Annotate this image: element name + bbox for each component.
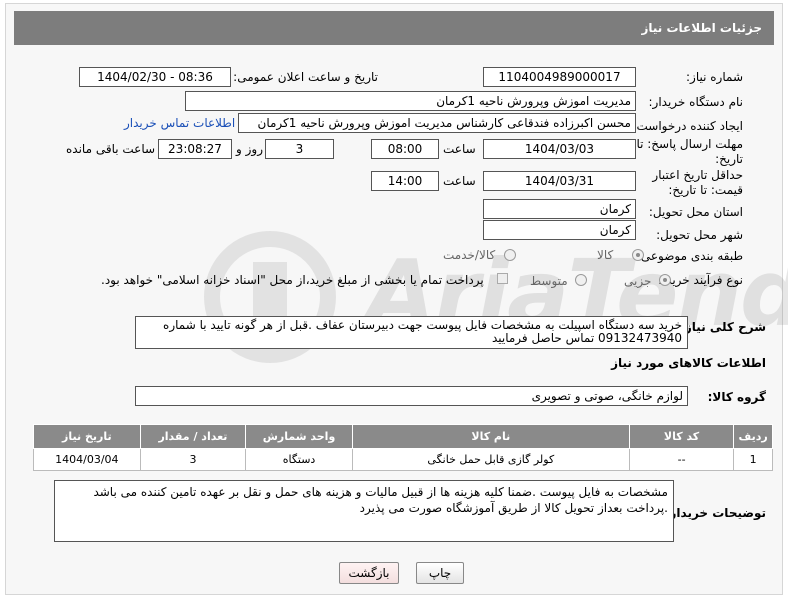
remaining-time-field: 23:08:27	[158, 139, 232, 159]
requester-field: محسن اکبرزاده فندقاعی کارشناس مدیریت امو…	[238, 113, 636, 133]
delivery-city-field: کرمان	[483, 220, 636, 240]
process-medium-radio[interactable]	[575, 274, 587, 286]
subject-goods-label: کالا	[597, 248, 614, 262]
process-medium-label: متوسط	[530, 274, 568, 288]
cell-qty: 3	[139, 448, 247, 471]
col-date: تاریخ نیاز	[33, 424, 141, 449]
buyer-notes-label: توضیحات خریدار:	[664, 506, 766, 520]
general-desc-field: خرید سه دستگاه اسپیلت به مشخصات فایل پیو…	[135, 316, 688, 349]
day-and-label: روز و	[236, 142, 263, 156]
goods-info-heading: اطلاعات کالاهای مورد نیاز	[611, 356, 766, 370]
treasury-checkbox[interactable]	[497, 273, 508, 284]
delivery-city-label: شهر محل تحویل:	[656, 228, 743, 242]
cell-row: 1	[733, 448, 773, 471]
col-unit: واحد شمارش	[245, 424, 353, 449]
cell-code: --	[628, 448, 735, 471]
print-button[interactable]: چاپ	[416, 562, 464, 584]
response-deadline-label: مهلت ارسال پاسخ: تا تاریخ:	[636, 137, 743, 166]
remaining-label: ساعت باقی مانده	[66, 142, 156, 156]
subject-goods-service-radio[interactable]	[504, 249, 516, 261]
col-name: نام کالا	[351, 424, 630, 449]
price-time-field: 14:00	[371, 171, 439, 191]
response-time-label: ساعت	[443, 142, 476, 156]
buyer-contact-link[interactable]: اطلاعات تماس خریدار	[124, 116, 235, 130]
need-number-field: 1104004989000017	[483, 67, 636, 87]
need-number-label: شماره نیاز:	[686, 70, 743, 84]
buyer-org-label: نام دستگاه خریدار:	[648, 95, 744, 109]
goods-group-field: لوازم خانگی، صوتی و تصویری	[135, 386, 688, 406]
buyer-org-field: مدیریت اموزش وپرورش ناحیه 1کرمان	[185, 91, 636, 111]
cell-unit: دستگاه	[245, 448, 353, 471]
treasury-note: پرداخت تمام یا بخشی از مبلغ خرید،از محل …	[101, 273, 484, 287]
announce-datetime-field: 1404/02/30 - 08:36	[79, 67, 231, 87]
price-validity-label: حداقل تاریخ اعتبار قیمت: تا تاریخ:	[652, 168, 743, 197]
table-row: 1 -- کولر گازی قابل حمل خانگی دستگاه 3 1…	[33, 448, 773, 471]
back-button[interactable]: بازگشت	[339, 562, 399, 584]
requester-label: ایجاد کننده درخواست:	[632, 119, 743, 133]
buyer-notes-field: مشخصات به فایل پیوست .ضمنا کلیه هزینه ها…	[54, 480, 674, 542]
remaining-days-field: 3	[265, 139, 334, 159]
subject-goods-service-label: کالا/خدمت	[443, 248, 496, 262]
col-code: کد کالا	[628, 424, 735, 449]
price-date-field: 1404/03/31	[483, 171, 636, 191]
cell-name: کولر گازی قابل حمل خانگی	[351, 448, 630, 471]
announce-datetime-label: تاریخ و ساعت اعلان عمومی:	[233, 70, 378, 84]
col-row: ردیف	[733, 424, 773, 449]
cell-date: 1404/03/04	[33, 448, 141, 471]
price-time-label: ساعت	[443, 174, 476, 188]
response-time-field: 08:00	[371, 139, 439, 159]
goods-group-label: گروه کالا:	[707, 390, 766, 404]
process-minor-label: جزیی	[624, 274, 652, 288]
response-date-field: 1404/03/03	[483, 139, 636, 159]
delivery-province-label: استان محل تحویل:	[648, 205, 743, 219]
col-qty: تعداد / مقدار	[139, 424, 247, 449]
page-title: جزئیات اطلاعات نیاز	[14, 11, 774, 45]
process-minor-radio[interactable]	[659, 274, 671, 286]
delivery-province-field: کرمان	[483, 199, 636, 219]
subject-goods-radio[interactable]	[632, 249, 644, 261]
subject-class-label: طبقه بندی موضوعی:	[636, 249, 743, 263]
goods-table: ردیف کد کالا نام کالا واحد شمارش تعداد /…	[33, 424, 773, 471]
general-desc-label: شرح کلی نیاز:	[680, 320, 766, 334]
